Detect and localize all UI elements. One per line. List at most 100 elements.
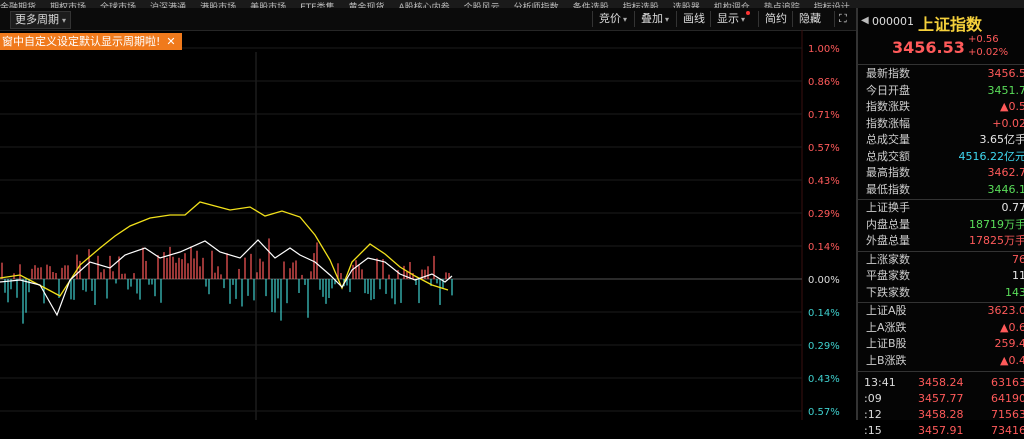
stat-label: 指数涨跌	[866, 99, 910, 115]
draw-line-label: 画线	[683, 12, 705, 25]
stat-value: 3451.7	[988, 83, 1024, 99]
hide-button[interactable]: 隐藏	[792, 11, 827, 27]
stat-label: 平盘家数	[866, 268, 910, 284]
tick-row: :153457.9173416	[858, 423, 1024, 439]
separator	[858, 371, 1024, 372]
percent-scale-label: 0.57%	[808, 143, 840, 154]
tick-volume: 63163	[991, 375, 1024, 391]
stat-row: 内盘总量 18719万手	[858, 217, 1024, 233]
chevron-down-icon: ▾	[665, 15, 669, 24]
stat-label: 外盘总量	[866, 233, 910, 249]
stat-label: 上A涨跌	[866, 320, 907, 336]
stat-row: 上证B股 259.4	[858, 336, 1024, 352]
period-notice-banner: 窗中自定义设定默认显示周期啦! ✕	[0, 33, 182, 50]
stat-label: 指数涨幅	[866, 116, 910, 132]
index-code: 000001	[872, 15, 914, 28]
percent-scale-label: 0.00%	[808, 275, 840, 286]
stat-label: 最低指数	[866, 182, 910, 198]
stat-label: 总成交额	[866, 149, 910, 165]
quote-panel: ◀ 000001 上证指数 3456.53 +0.56 +0.02% 最新指数3…	[856, 8, 1024, 420]
tick-price: 3457.91	[918, 423, 964, 439]
quote-header: ◀ 000001 上证指数 3456.53 +0.56 +0.02%	[858, 8, 1024, 65]
stat-value: 11	[1012, 268, 1024, 284]
notification-dot-icon	[746, 11, 750, 15]
chart-toolbar: 更多周期▾ 竞价▾ 叠加▾ 画线 显示▾ 简约 隐藏 ⛶	[0, 8, 856, 31]
percent-scale-label: 0.57%	[808, 407, 840, 418]
tick-price: 3458.24	[918, 375, 964, 391]
stat-row: 指数涨幅 +0.02	[858, 116, 1024, 132]
intraday-chart-svg: 1.00%0.86%0.71%0.57%0.43%0.29%0.14%0.00%…	[0, 30, 856, 420]
stat-row: 上证A股 3623.0	[858, 303, 1024, 319]
hide-label: 隐藏	[799, 12, 821, 25]
stat-value: 4516.22亿元	[959, 149, 1024, 165]
stat-row: 下跌家数 143	[858, 285, 1024, 301]
stat-value: 3462.7	[988, 165, 1024, 181]
overlay-button[interactable]: 叠加▾	[634, 11, 675, 27]
tick-row: :123458.2871563	[858, 407, 1024, 423]
stat-row: 平盘家数 11	[858, 268, 1024, 284]
stat-row: 上A涨跌 ▲0.6	[858, 320, 1024, 336]
stat-value: 3623.0	[988, 303, 1024, 319]
tick-volume: 64190	[991, 391, 1024, 407]
notice-text: 窗中自定义设定默认显示周期啦!	[2, 35, 160, 48]
prev-arrow-icon[interactable]: ◀	[861, 15, 869, 26]
stat-label: 上证换手	[866, 200, 910, 216]
stat-value: ▲0.6	[1000, 320, 1024, 336]
draw-line-button[interactable]: 画线	[676, 11, 711, 27]
stat-value: 259.4	[995, 336, 1024, 352]
stat-label: 下跌家数	[866, 285, 910, 301]
expand-icon[interactable]: ⛶	[834, 11, 851, 27]
percent-scale-label: 0.14%	[808, 242, 840, 253]
tick-time: :12	[864, 407, 882, 423]
stat-row: 外盘总量17825万手	[858, 233, 1024, 249]
stat-value: 3.65亿手	[980, 132, 1024, 148]
tick-volume: 71563	[991, 407, 1024, 423]
stat-value: ▲0.4	[1000, 353, 1024, 369]
stat-label: 今日开盘	[866, 83, 910, 99]
percent-scale-label: 0.43%	[808, 176, 840, 187]
more-periods-dropdown[interactable]: 更多周期▾	[10, 11, 71, 29]
price-change: +0.56	[968, 34, 999, 45]
stat-row: 总成交量 3.65亿手	[858, 132, 1024, 148]
stat-value: 18719万手	[969, 217, 1024, 233]
simple-button[interactable]: 简约	[758, 11, 793, 27]
stat-row: 上证换手 0.77	[858, 200, 1024, 216]
tick-time: 13:41	[864, 375, 896, 391]
percent-scale-label: 0.86%	[808, 77, 840, 88]
stat-label: 上B涨跌	[866, 353, 907, 369]
tick-row: 13:41 3458.24 63163	[858, 375, 1024, 391]
stat-label: 上涨家数	[866, 252, 910, 268]
stat-row: 指数涨跌 ▲0.5	[858, 99, 1024, 115]
stat-value: 3446.1	[988, 182, 1024, 198]
stat-label: 上证A股	[866, 303, 907, 319]
stat-value: 0.77	[1002, 200, 1024, 216]
display-button[interactable]: 显示▾	[710, 11, 756, 27]
price-change-percent: +0.02%	[968, 47, 1008, 58]
stat-label: 总成交量	[866, 132, 910, 148]
auction-label: 竞价	[599, 12, 621, 25]
percent-scale-label: 1.00%	[808, 44, 840, 55]
chevron-down-icon: ▾	[623, 15, 627, 24]
percent-scale-label: 0.71%	[808, 110, 840, 121]
stat-value: +0.02	[992, 116, 1024, 132]
stat-label: 内盘总量	[866, 217, 910, 233]
stat-label: 上证B股	[866, 336, 907, 352]
stat-value: ▲0.5	[1000, 99, 1024, 115]
auction-button[interactable]: 竞价▾	[592, 11, 633, 27]
stat-value: 143	[1005, 285, 1024, 301]
tick-row: :093457.7764190	[858, 391, 1024, 407]
tick-price: 3457.77	[918, 391, 964, 407]
stat-label: 最高指数	[866, 165, 910, 181]
close-icon[interactable]: ✕	[166, 35, 175, 48]
stat-value: 76	[1012, 252, 1024, 268]
stat-row: 总成交额 4516.22亿元	[858, 149, 1024, 165]
stat-row: 最高指数 3462.7	[858, 165, 1024, 181]
stat-row: 上涨家数 76	[858, 252, 1024, 268]
percent-scale-label: 0.14%	[808, 308, 840, 319]
chevron-down-icon: ▾	[62, 16, 66, 25]
stat-row: 今日开盘 3451.7	[858, 83, 1024, 99]
current-price: 3456.53	[892, 38, 965, 57]
index-name: 上证指数	[918, 11, 982, 35]
percent-scale-label: 0.43%	[808, 374, 840, 385]
intraday-chart[interactable]: 1.00%0.86%0.71%0.57%0.43%0.29%0.14%0.00%…	[0, 30, 856, 420]
